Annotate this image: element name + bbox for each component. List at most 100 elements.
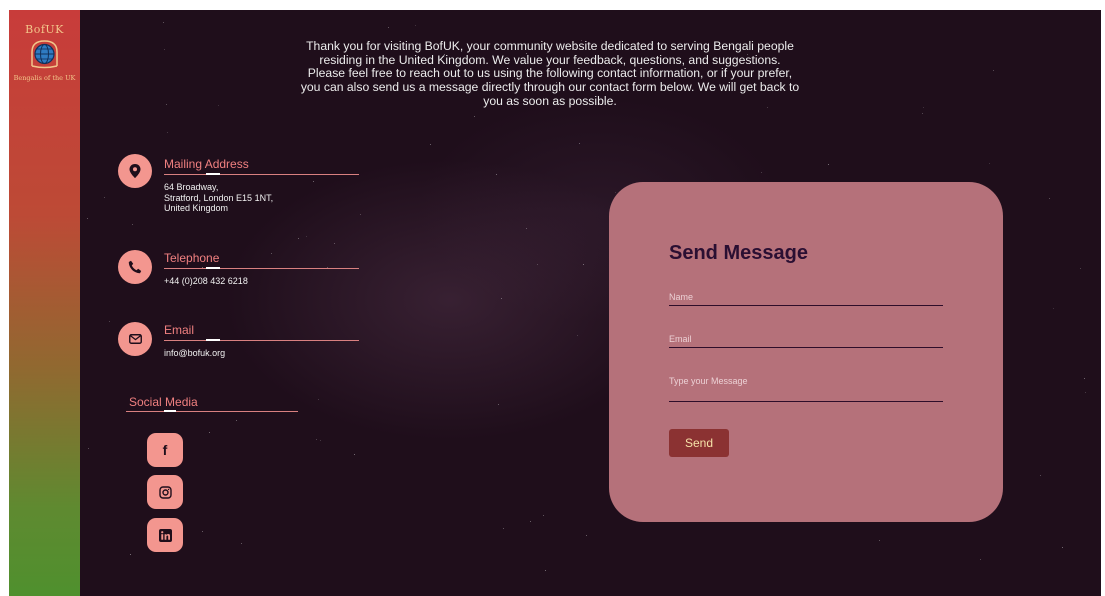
name-field[interactable]: Name [669,292,943,312]
telephone-title: Telephone [164,251,220,265]
star-dot [316,439,317,440]
star-dot [989,163,990,164]
star-dot [132,224,133,225]
intro-text: Thank you for visiting BofUK, your commu… [300,39,800,108]
social-media-title: Social Media [129,395,198,409]
send-button[interactable]: Send [669,429,729,457]
star-dot [190,287,191,288]
star-dot [543,515,544,516]
star-dot [922,113,923,114]
contact-main: Thank you for visiting BofUK, your commu… [80,10,1101,596]
star-dot [526,228,527,229]
star-dot [298,238,299,239]
star-dot [130,554,131,555]
star-dot [360,214,361,215]
logo-brand-text: BofUK [25,23,64,36]
instagram-icon [158,485,172,499]
sidebar: BofUK Bengalis of the UK [9,10,80,596]
name-underline [669,305,943,306]
star-dot [430,144,431,145]
star-dot [923,107,924,108]
telephone-divider [164,267,359,269]
star-dot [498,404,499,405]
star-dot [415,25,416,26]
star-dot [88,448,89,449]
star-dot [1040,475,1041,476]
star-dot [980,559,981,560]
star-dot [109,321,110,322]
star-dot [583,264,584,265]
star-dot [354,454,355,455]
star-dot [1084,378,1085,379]
email-divider [164,339,359,341]
star-dot [202,531,203,532]
star-dot [164,49,165,50]
site-logo[interactable]: BofUK Bengalis of the UK [9,10,80,96]
star-dot [761,172,762,173]
mailing-address-line-2: Stratford, London E15 1NT, [164,192,274,203]
star-dot [320,440,321,441]
star-dot [104,197,105,198]
social-media-divider [126,410,298,412]
name-placeholder: Name [669,292,694,302]
instagram-button[interactable] [147,475,183,509]
star-dot [388,27,389,28]
mailing-address-divider [164,173,359,175]
star-dot [236,420,237,421]
star-dot [530,521,531,522]
star-dot [306,236,307,237]
star-dot [313,181,314,182]
star-dot [1053,308,1054,309]
star-dot [241,543,242,544]
globe-icon [31,40,58,69]
map-pin-icon [118,154,152,188]
star-dot [993,70,994,71]
message-underline [669,401,943,402]
star-dot [474,116,475,117]
page-frame: BofUK Bengalis of the UK Thank you for v… [9,10,1101,596]
telephone-number[interactable]: +44 (0)208 432 6218 [164,276,248,287]
star-dot [1085,392,1086,393]
star-dot [828,164,829,165]
star-dot [1049,198,1050,199]
message-placeholder: Type your Message [669,376,748,386]
star-dot [586,535,587,536]
mailing-address-title: Mailing Address [164,157,249,171]
star-dot [1080,268,1081,269]
star-dot [218,105,219,106]
star-dot [577,335,578,336]
email-underline [669,347,943,348]
linkedin-button[interactable] [147,518,183,552]
star-dot [87,218,88,219]
email-field[interactable]: Email [669,334,943,354]
send-message-card: Send Message Name Email Type your Messag… [609,182,1003,522]
phone-icon [118,250,152,284]
logo-tagline: Bengalis of the UK [13,74,76,82]
star-dot [271,253,272,254]
email-placeholder: Email [669,334,692,344]
star-dot [537,264,538,265]
mailing-address-line-3: United Kingdom [164,203,229,213]
star-dot [318,399,319,400]
message-textarea[interactable]: Type your Message [669,376,943,410]
star-dot [503,528,504,529]
mailing-address-line-1: 64 Broadway, [164,182,219,192]
star-dot [163,22,164,23]
star-dot [496,174,497,175]
facebook-button[interactable]: f [147,433,183,467]
star-dot [1062,547,1063,548]
star-dot [879,540,880,541]
star-dot [334,243,335,244]
facebook-icon: f [162,442,168,458]
email-address[interactable]: info@bofuk.org [164,348,225,359]
envelope-icon [118,322,152,356]
star-dot [209,432,210,433]
star-dot [167,132,168,133]
star-dot [545,570,546,571]
linkedin-icon [158,528,172,542]
star-dot [166,104,167,105]
star-dot [501,298,502,299]
email-title: Email [164,323,195,337]
star-dot [579,143,580,144]
send-message-title: Send Message [669,242,808,264]
